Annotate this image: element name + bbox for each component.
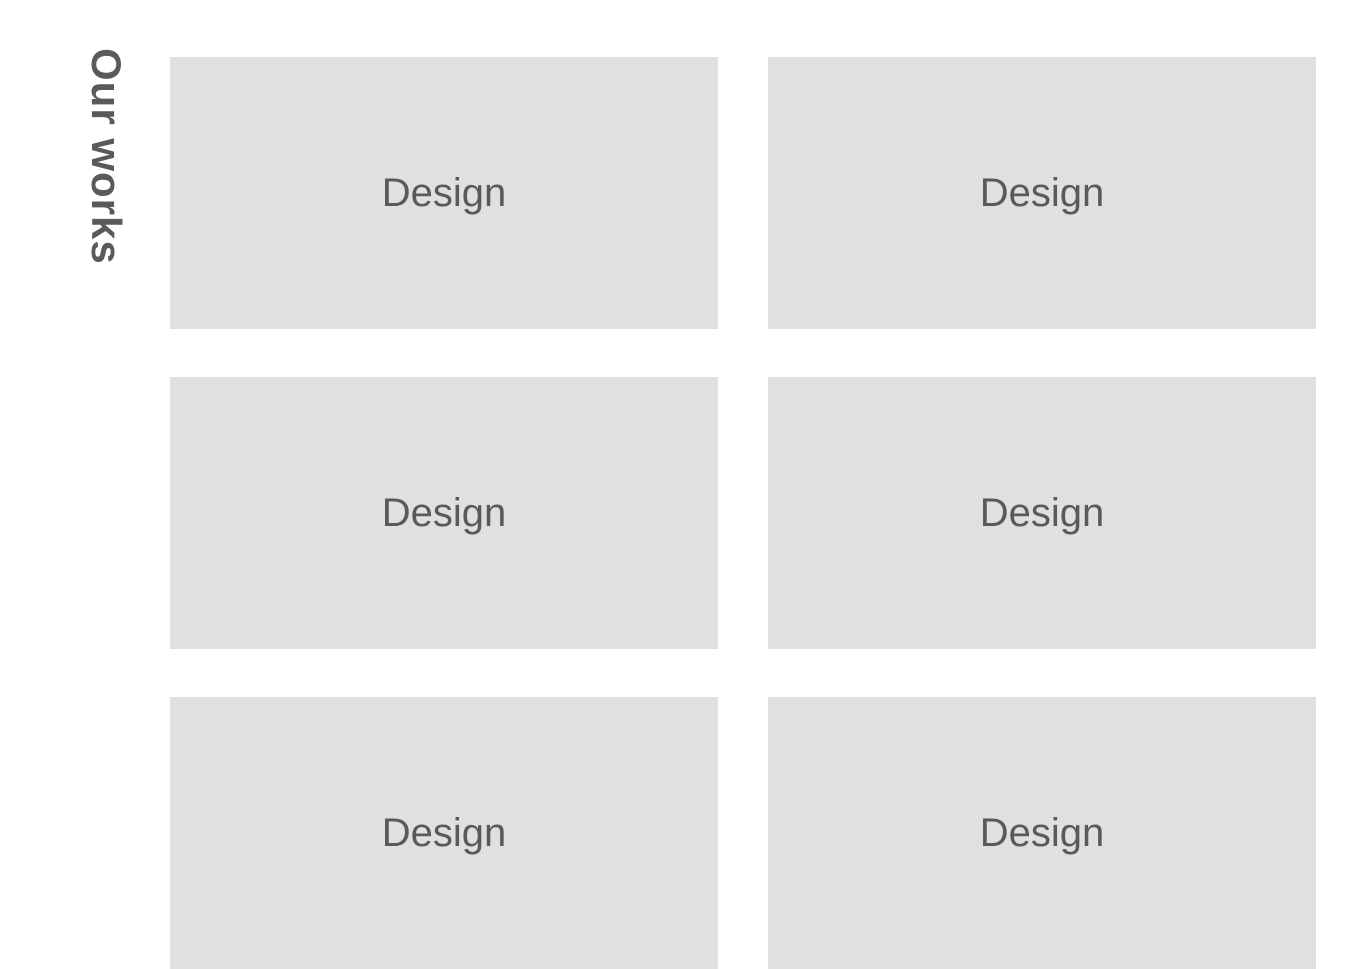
work-card-label: Design — [382, 811, 507, 856]
work-card[interactable]: Design — [768, 697, 1316, 969]
work-card[interactable]: Design — [170, 377, 718, 649]
work-card[interactable]: Design — [170, 57, 718, 329]
work-card[interactable]: Design — [768, 57, 1316, 329]
work-card-label: Design — [980, 171, 1105, 216]
work-card[interactable]: Design — [768, 377, 1316, 649]
work-card-label: Design — [980, 811, 1105, 856]
work-card[interactable]: Design — [170, 697, 718, 969]
work-card-label: Design — [382, 171, 507, 216]
section-heading: Our works — [82, 48, 130, 265]
work-card-label: Design — [980, 491, 1105, 536]
works-grid: Design Design Design Design Design Desig… — [170, 57, 1316, 969]
work-card-label: Design — [382, 491, 507, 536]
